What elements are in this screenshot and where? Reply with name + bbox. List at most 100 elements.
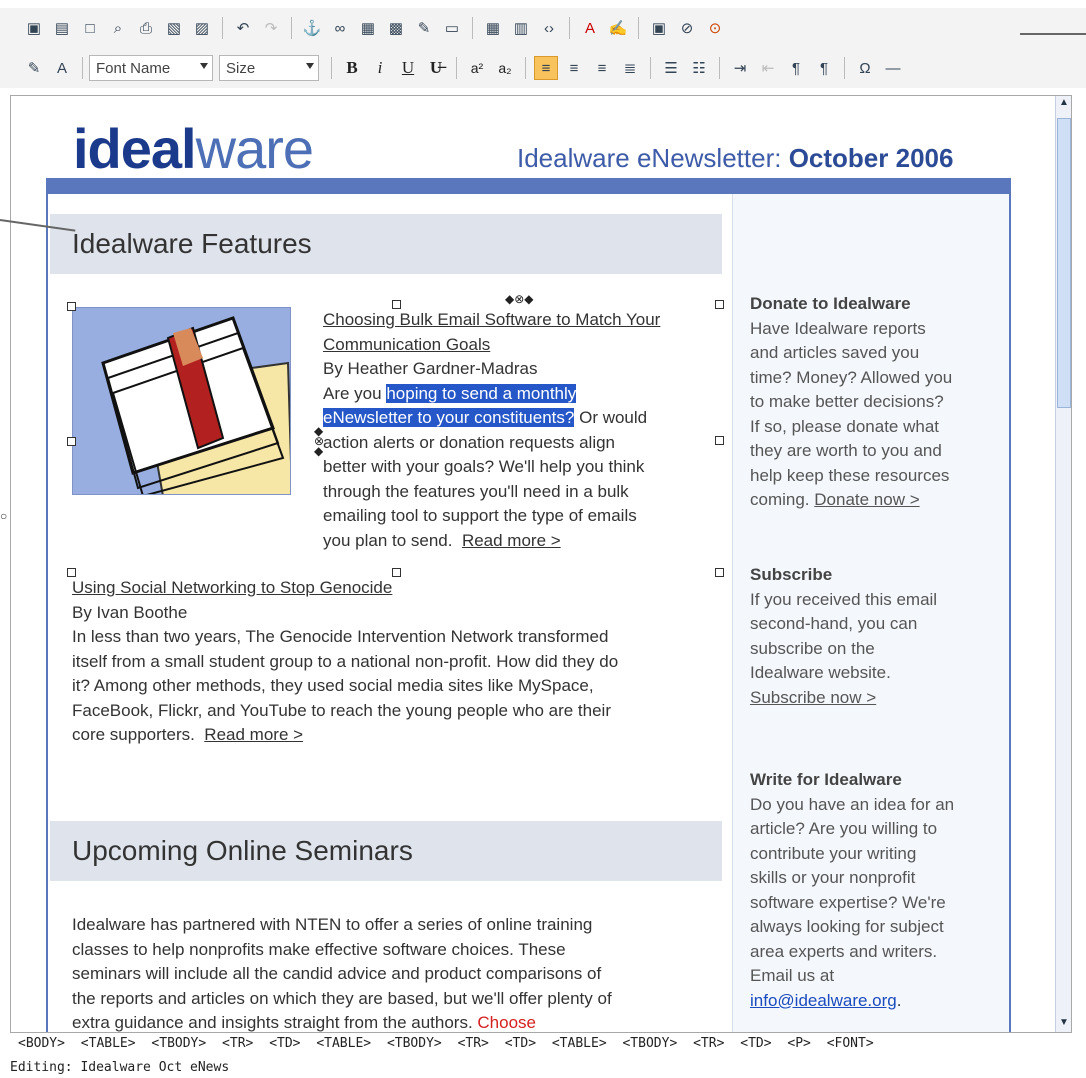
- resize-handle[interactable]: [67, 437, 76, 446]
- outdent-icon[interactable]: ⇤: [756, 56, 780, 80]
- redo-icon[interactable]: ↷: [259, 16, 283, 40]
- donate-body-line: coming.: [750, 490, 810, 509]
- subscribe-now-link[interactable]: Subscribe now >: [750, 686, 1005, 711]
- path-tag[interactable]: <BODY>: [18, 1036, 65, 1051]
- path-tag[interactable]: <TR>: [693, 1036, 724, 1051]
- path-tag[interactable]: <TBODY>: [622, 1036, 677, 1051]
- subscript-button[interactable]: a₂: [493, 56, 517, 80]
- strikethrough-button[interactable]: U̶: [424, 56, 448, 80]
- article2-byline: By Ivan Boothe: [72, 602, 188, 622]
- print-icon[interactable]: ⎙: [134, 16, 158, 40]
- path-tag[interactable]: <TR>: [222, 1036, 253, 1051]
- bold-label: B: [346, 58, 358, 77]
- path-tag[interactable]: <TBODY>: [387, 1036, 442, 1051]
- envelopes-image[interactable]: [72, 307, 291, 495]
- highlight-icon[interactable]: ✍: [606, 16, 630, 40]
- flash-manager-icon[interactable]: ▩: [384, 16, 408, 40]
- edit-style-icon[interactable]: ✎: [22, 56, 46, 80]
- scroll-thumb[interactable]: [1057, 118, 1071, 408]
- source-code-icon[interactable]: ‹›: [537, 16, 561, 40]
- font-color-icon[interactable]: A: [578, 16, 602, 40]
- move-handle-icon[interactable]: ◆⊗◆: [505, 292, 534, 306]
- toolbar-separator: [525, 57, 526, 79]
- ordered-list-icon[interactable]: ☰: [659, 56, 683, 80]
- anchor-icon[interactable]: ⚓: [300, 16, 324, 40]
- size-select[interactable]: Size: [219, 55, 319, 81]
- preview-icon[interactable]: ⌕: [106, 16, 130, 40]
- path-tag[interactable]: <TABLE>: [552, 1036, 607, 1051]
- article2-read-more-link[interactable]: Read more >: [204, 725, 303, 744]
- scroll-up-icon[interactable]: ▲: [1057, 97, 1071, 113]
- form-icon[interactable]: ▭: [440, 16, 464, 40]
- scroll-down-icon[interactable]: ▼: [1057, 1017, 1071, 1032]
- path-tag[interactable]: <TABLE>: [316, 1036, 371, 1051]
- path-tag[interactable]: <P>: [787, 1036, 810, 1051]
- idealware-logo: idealware: [73, 116, 314, 181]
- paste-icon[interactable]: ▧: [162, 16, 186, 40]
- image-manager-icon[interactable]: ▦: [356, 16, 380, 40]
- clear-format-icon[interactable]: ⊘: [675, 16, 699, 40]
- path-tag[interactable]: <FONT>: [827, 1036, 874, 1051]
- masthead-date: October 2006: [788, 143, 954, 173]
- path-tag[interactable]: <TABLE>: [81, 1036, 136, 1051]
- seminars-cta[interactable]: Choose: [477, 1013, 536, 1032]
- font-name-select[interactable]: Font Name: [89, 55, 213, 81]
- toolbar-row-1: ▣ ▤ □ ⌕ ⎙ ▧ ▨ ↶ ↷ ⚓ ∞ ▦ ▩ ✎ ▭ ▦ ▥ ‹› A ✍…: [0, 8, 1086, 48]
- path-tag[interactable]: <TBODY>: [151, 1036, 206, 1051]
- align-left-button[interactable]: ≡: [534, 56, 558, 80]
- save-icon[interactable]: ▣: [22, 16, 46, 40]
- donate-block: Donate to Idealware Have Idealware repor…: [750, 292, 1005, 513]
- path-tag[interactable]: <TD>: [505, 1036, 536, 1051]
- fullscreen-icon[interactable]: □: [78, 16, 102, 40]
- write-email-line: info@idealware.org.: [750, 989, 1005, 1014]
- horizontal-rule-icon[interactable]: —: [881, 56, 905, 80]
- article1-read-more-link[interactable]: Read more >: [462, 531, 561, 550]
- spellcheck-icon[interactable]: ⊙: [703, 16, 727, 40]
- bold-button[interactable]: B: [340, 56, 364, 80]
- write-body-line: skills or your nonprofit: [750, 868, 916, 887]
- path-tag[interactable]: <TD>: [269, 1036, 300, 1051]
- seminars-body-line: seminars will include all the candid adv…: [72, 964, 602, 983]
- callout-leader-line: [1020, 33, 1086, 35]
- table-icon[interactable]: ▦: [481, 16, 505, 40]
- chevron-down-icon: [306, 63, 314, 69]
- resize-handle[interactable]: [67, 302, 76, 311]
- selected-text[interactable]: hoping to send a monthly: [386, 383, 577, 403]
- justify-button[interactable]: ≣: [618, 56, 642, 80]
- new-document-icon[interactable]: ▤: [50, 16, 74, 40]
- selected-text[interactable]: eNewsletter to your constituents?: [323, 408, 575, 427]
- editor-area[interactable]: idealware Idealware eNewsletter: October…: [10, 95, 1072, 1033]
- edit-icon[interactable]: ✎: [412, 16, 436, 40]
- article1-title-line1[interactable]: Choosing Bulk Email Software to Match Yo…: [323, 308, 723, 333]
- masthead-bar: [46, 178, 1011, 194]
- donate-now-link[interactable]: Donate now >: [814, 490, 919, 509]
- align-right-button[interactable]: ≡: [590, 56, 614, 80]
- css-class-icon[interactable]: A: [50, 56, 74, 80]
- undo-icon[interactable]: ↶: [231, 16, 255, 40]
- unordered-list-icon[interactable]: ☷: [687, 56, 711, 80]
- superscript-button[interactable]: a²: [465, 56, 489, 80]
- rtl-icon[interactable]: ¶: [812, 56, 836, 80]
- subscribe-body-line: subscribe on the: [750, 638, 875, 658]
- special-char-icon[interactable]: Ω: [853, 56, 877, 80]
- article1-body-line: through the features you'll need in a bu…: [323, 481, 629, 501]
- seminars-body-last: extra guidance and insights straight fro…: [72, 1011, 722, 1032]
- article2-body-line: core supporters.: [72, 725, 195, 744]
- paste-word-icon[interactable]: ▨: [190, 16, 214, 40]
- subscribe-title: Subscribe: [750, 565, 833, 584]
- link-icon[interactable]: ∞: [328, 16, 352, 40]
- ltr-icon[interactable]: ¶: [784, 56, 808, 80]
- seminars-body-line: extra guidance and insights straight fro…: [72, 1013, 473, 1032]
- align-center-button[interactable]: ≡: [562, 56, 586, 80]
- indent-icon[interactable]: ⇥: [728, 56, 752, 80]
- path-tag[interactable]: <TR>: [458, 1036, 489, 1051]
- table-properties-icon[interactable]: ▥: [509, 16, 533, 40]
- email-link[interactable]: info@idealware.org: [750, 991, 897, 1010]
- insert-image-icon[interactable]: ▣: [647, 16, 671, 40]
- italic-button[interactable]: i: [368, 56, 392, 80]
- path-tag[interactable]: <TD>: [740, 1036, 771, 1051]
- article1-title-line2[interactable]: Communication Goals: [323, 333, 723, 358]
- vertical-scrollbar[interactable]: ▲ ▼: [1055, 96, 1071, 1032]
- underline-button[interactable]: U: [396, 56, 420, 80]
- article2-title[interactable]: Using Social Networking to Stop Genocide: [72, 576, 722, 601]
